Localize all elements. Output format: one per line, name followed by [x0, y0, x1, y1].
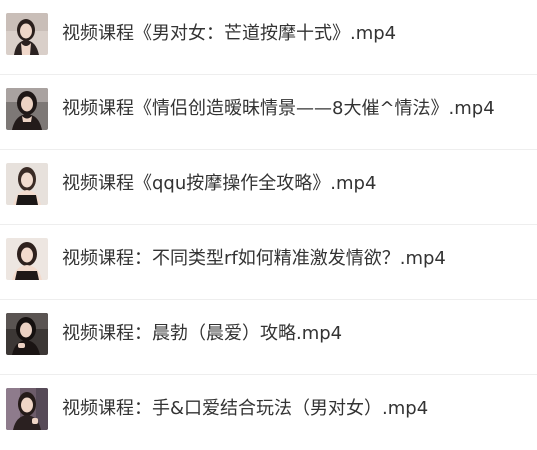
video-thumbnail-icon: [6, 88, 48, 130]
file-row[interactable]: 视频课程《qqu按摩操作全攻略》.mp4: [0, 150, 537, 225]
file-row[interactable]: 视频课程：手&口爱结合玩法（男对女）.mp4: [0, 375, 537, 450]
video-thumbnail-icon: [6, 313, 48, 355]
file-row[interactable]: 视频课程：晨勃（晨爱）攻略.mp4: [0, 300, 537, 375]
video-thumbnail-icon: [6, 13, 48, 55]
file-name: 视频课程《qqu按摩操作全攻略》.mp4: [62, 173, 377, 194]
file-name: 视频课程：晨勃（晨爱）攻略.mp4: [62, 323, 343, 344]
video-thumbnail-icon: [6, 238, 48, 280]
video-thumbnail-icon: [6, 388, 48, 430]
file-row[interactable]: 视频课程：不同类型rf如何精准激发情欲？.mp4: [0, 225, 537, 300]
file-name: 视频课程：不同类型rf如何精准激发情欲？.mp4: [62, 248, 446, 269]
file-name: 视频课程《男对女：芒道按摩十式》.mp4: [62, 23, 397, 44]
file-row[interactable]: 视频课程《情侣创造暧昧情景——8大催^情法》.mp4: [0, 75, 537, 150]
file-name: 视频课程《情侣创造暧昧情景——8大催^情法》.mp4: [62, 98, 495, 119]
video-thumbnail-icon: [6, 163, 48, 205]
video-file-list: 视频课程《男对女：芒道按摩十式》.mp4 视频课程《情侣创造暧昧情景——8大催^…: [0, 0, 537, 447]
file-name: 视频课程：手&口爱结合玩法（男对女）.mp4: [62, 398, 429, 419]
file-row[interactable]: 视频课程《男对女：芒道按摩十式》.mp4: [0, 0, 537, 75]
